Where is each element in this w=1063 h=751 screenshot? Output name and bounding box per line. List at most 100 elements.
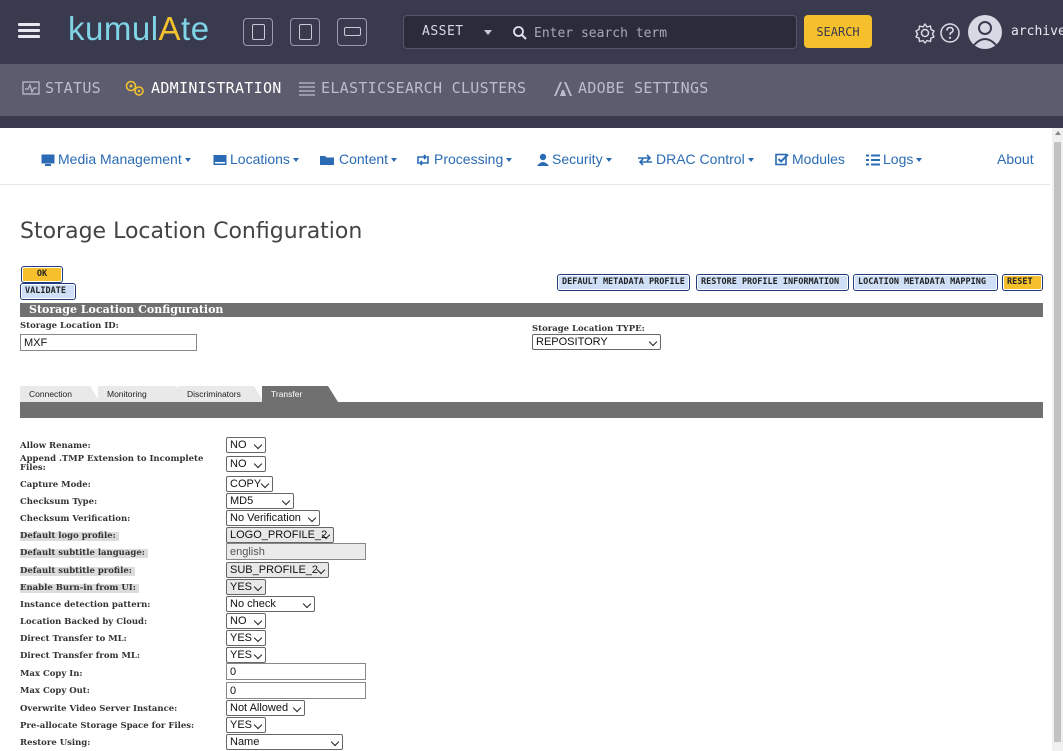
document-icon[interactable]: [290, 18, 320, 46]
enable-burn-in-select[interactable]: YES: [226, 579, 266, 595]
app-logo[interactable]: kumulAte: [68, 10, 210, 48]
user-avatar-icon[interactable]: [968, 15, 1002, 49]
overwrite-video-server-select[interactable]: Not Allowed: [226, 700, 305, 716]
monitor-icon: [22, 81, 40, 95]
menu-modules[interactable]: Modules: [775, 151, 845, 167]
chevron-down-icon: [253, 633, 263, 643]
chevron-down-icon: [253, 616, 263, 626]
allow-rename-select[interactable]: NO: [226, 437, 266, 453]
default-subtitle-profile-select[interactable]: SUB_PROFILE_2: [226, 562, 329, 578]
pre-allocate-storage-label: Pre-allocate Storage Space for Files:: [20, 721, 195, 731]
menu-processing[interactable]: Processing: [415, 151, 513, 167]
top-app-bar: kumulAte ASSET SEARCH archiver: [0, 0, 1063, 64]
nav-adobe-settings[interactable]: ADOBE SETTINGS: [553, 79, 709, 97]
scroll-thumb[interactable]: [1054, 142, 1061, 742]
storage-location-id-label: Storage Location ID:: [20, 321, 119, 331]
drive-icon: [213, 155, 227, 165]
page-scrollbar[interactable]: [1052, 128, 1063, 751]
default-subtitle-language-input[interactable]: [226, 543, 366, 560]
restore-using-select[interactable]: Name: [226, 734, 343, 750]
search-bar: ASSET: [403, 15, 797, 49]
default-logo-profile-select[interactable]: LOGO_PROFILE_2: [226, 527, 334, 543]
nav-elasticsearch[interactable]: ELASTICSEARCH CLUSTERS: [298, 79, 526, 97]
restore-profile-information-button[interactable]: RESTORE PROFILE INFORMATION: [696, 274, 849, 291]
max-copy-out-label: Max Copy Out:: [20, 686, 90, 696]
hamburger-menu-icon[interactable]: [14, 15, 44, 45]
page-title: Storage Location Configuration: [20, 219, 363, 244]
append-tmp-select[interactable]: NO: [226, 456, 266, 472]
direct-transfer-from-ml-select[interactable]: YES: [226, 647, 266, 663]
list-icon: [299, 82, 315, 96]
overwrite-video-server-label: Overwrite Video Server Instance:: [20, 704, 178, 714]
chevron-down-icon: [253, 582, 263, 592]
check-square-icon: [775, 153, 789, 166]
direct-transfer-from-ml-value: YES: [230, 649, 253, 661]
checksum-verification-select[interactable]: No Verification: [226, 510, 320, 526]
chevron-down-icon[interactable]: [484, 30, 492, 35]
menu-drac-control[interactable]: DRAC Control: [637, 151, 754, 167]
max-copy-out-input[interactable]: [226, 682, 366, 699]
ok-button[interactable]: OK: [21, 266, 63, 283]
chevron-down-icon: [281, 496, 291, 506]
tab-content-strip: [20, 402, 1043, 418]
default-subtitle-language-label: Default subtitle language:: [20, 549, 148, 558]
default-metadata-profile-button[interactable]: DEFAULT METADATA PROFILE: [557, 274, 690, 291]
chevron-down-icon: [292, 703, 302, 713]
location-backed-cloud-select[interactable]: NO: [226, 613, 266, 629]
section-header: Storage Location Configuration: [20, 303, 1043, 317]
menu-logs[interactable]: Logs: [866, 151, 923, 167]
nav-administration[interactable]: ADMINISTRATION: [124, 79, 282, 97]
chevron-down-icon: [253, 459, 263, 469]
user-name[interactable]: archiver: [1011, 24, 1063, 39]
validate-button[interactable]: VALIDATE: [20, 283, 76, 300]
nav-status[interactable]: STATUS: [22, 79, 101, 97]
tab-connection[interactable]: Connection: [20, 386, 100, 402]
default-subtitle-profile-label: Default subtitle profile:: [20, 567, 135, 576]
archive-icon[interactable]: [243, 18, 273, 46]
search-input[interactable]: [532, 21, 786, 45]
allow-rename-value: NO: [230, 439, 247, 451]
tab-discriminators[interactable]: Discriminators: [178, 386, 264, 402]
append-tmp-label-line2: Files:: [20, 463, 46, 473]
location-metadata-mapping-button[interactable]: LOCATION METADATA MAPPING: [853, 274, 998, 291]
direct-transfer-to-ml-select[interactable]: YES: [226, 630, 266, 646]
search-button[interactable]: SEARCH: [804, 15, 872, 48]
capture-mode-value: COPY: [230, 478, 262, 490]
menu-media-management[interactable]: Media Management: [41, 151, 191, 167]
allow-rename-label: Allow Rename:: [20, 441, 91, 451]
tab-transfer[interactable]: Transfer: [262, 386, 338, 402]
restore-using-label: Restore Using:: [20, 738, 91, 748]
chevron-down-icon: [330, 737, 340, 747]
instance-detection-select[interactable]: No check: [226, 596, 315, 612]
append-tmp-label-line1: Append .TMP Extension to Incomplete: [20, 454, 204, 464]
help-icon[interactable]: [939, 22, 961, 44]
chevron-down-icon: [307, 513, 317, 523]
restore-using-value: Name: [230, 736, 260, 748]
menu-content[interactable]: Content: [320, 151, 398, 167]
storage-location-type-value: REPOSITORY: [536, 336, 608, 348]
menu-about[interactable]: About: [997, 151, 1034, 167]
storage-location-type-select[interactable]: REPOSITORY: [532, 334, 661, 350]
capture-mode-select[interactable]: COPY: [226, 476, 273, 492]
pre-allocate-storage-select[interactable]: YES: [226, 717, 266, 733]
checksum-verification-value: No Verification: [230, 512, 301, 524]
default-logo-profile-value: LOGO_PROFILE_2: [230, 529, 328, 541]
admin-menu-bar: Media Management Locations Content Proce…: [0, 128, 1050, 185]
storage-icon[interactable]: [337, 18, 367, 46]
checksum-type-select[interactable]: MD5: [226, 493, 294, 509]
menu-locations[interactable]: Locations: [213, 151, 299, 167]
max-copy-in-input[interactable]: [226, 663, 366, 680]
section-nav: STATUS ADMINISTRATION ELASTICSEARCH CLUS…: [0, 64, 1063, 116]
search-scope-select[interactable]: ASSET: [422, 24, 464, 39]
instance-detection-label: Instance detection pattern:: [20, 600, 151, 610]
checksum-type-value: MD5: [230, 495, 254, 507]
menu-security[interactable]: Security: [537, 151, 612, 167]
gear-icon[interactable]: [914, 22, 936, 44]
scroll-up-icon[interactable]: [1055, 131, 1061, 135]
reset-button[interactable]: RESET: [1002, 274, 1043, 291]
chevron-down-icon: [253, 440, 263, 450]
storage-location-id-input[interactable]: [20, 334, 197, 351]
tab-monitoring[interactable]: Monitoring: [98, 386, 186, 402]
gears-icon: [125, 80, 144, 96]
nav-divider: [0, 116, 1063, 128]
